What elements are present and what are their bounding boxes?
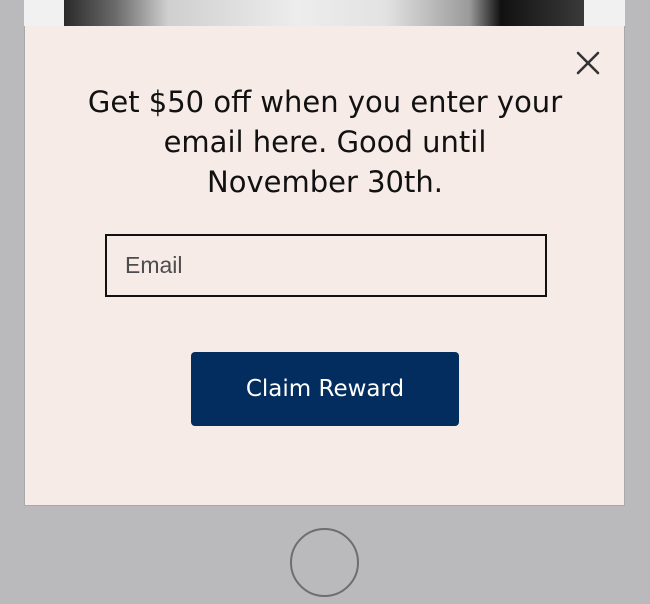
popup-headline: Get $50 off when you enter your email he… — [87, 85, 563, 199]
email-field[interactable] — [105, 234, 547, 297]
close-icon — [576, 51, 600, 75]
home-button[interactable] — [290, 528, 359, 597]
close-button[interactable] — [574, 49, 602, 77]
claim-reward-button[interactable]: Claim Reward — [191, 352, 459, 426]
email-signup-popup: Get $50 off when you enter your email he… — [24, 26, 625, 506]
background-photo — [64, 0, 584, 26]
device-stage: Get $50 off when you enter your email he… — [0, 0, 650, 604]
